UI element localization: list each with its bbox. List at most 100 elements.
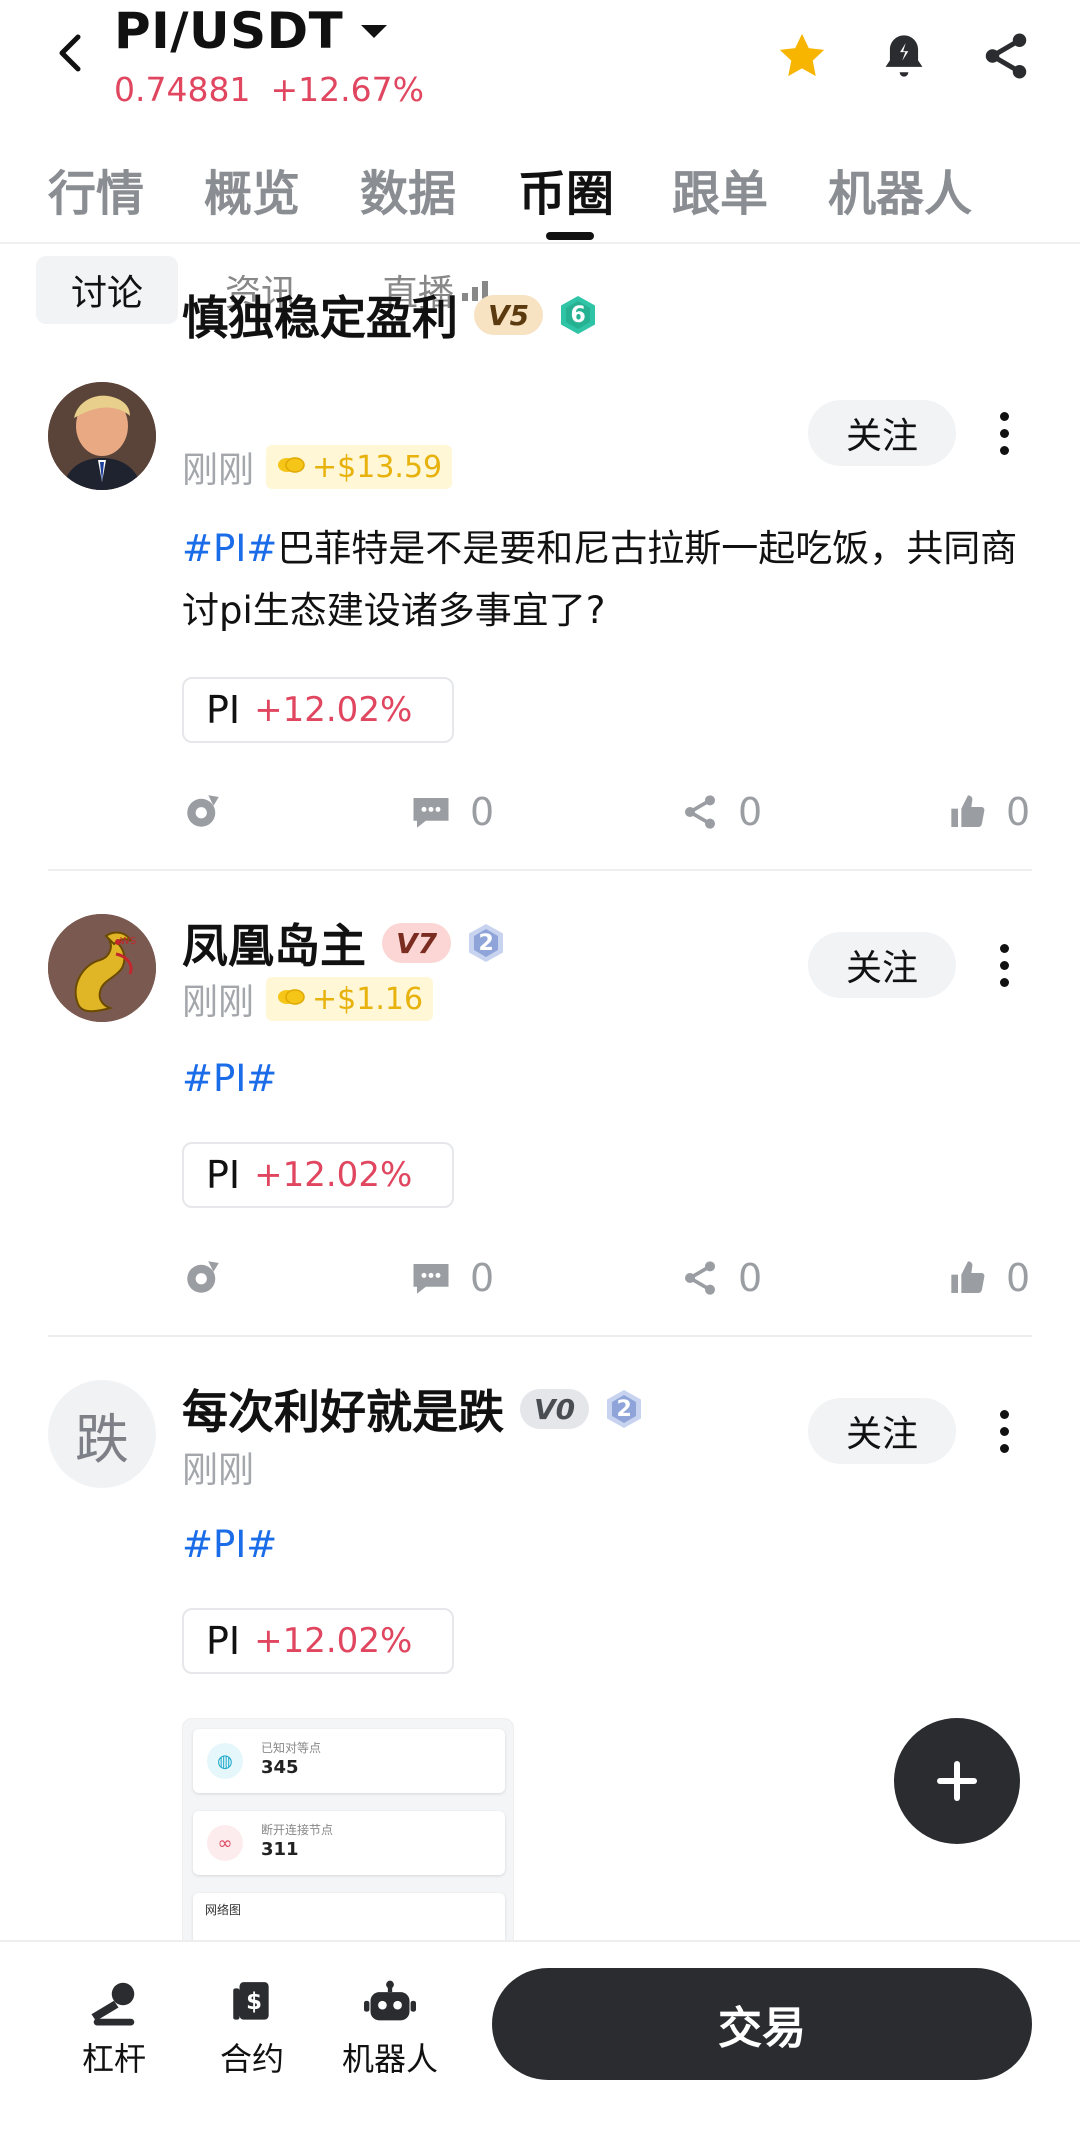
comment-icon: [413, 798, 449, 828]
header: PI/USDT 0.74881 +12.67%: [0, 0, 1080, 130]
globe-icon: ◍: [207, 1743, 243, 1779]
create-post-button[interactable]: [894, 1718, 1020, 1844]
comment-count: 0: [470, 790, 495, 834]
contract-label: 合约: [219, 2040, 284, 2078]
bottom-bar: 杠杆 $ 合约 机器人 交易: [0, 1940, 1080, 2150]
contract-icon: $: [233, 1982, 269, 2020]
follow-button[interactable]: 关注: [808, 932, 956, 998]
vip-badge: V7: [382, 923, 452, 963]
comment-icon: [413, 1264, 449, 1294]
link-icon: ∞: [207, 1825, 243, 1861]
svg-text:$: $: [246, 1989, 262, 2015]
thumbs-up-icon: [951, 1261, 985, 1293]
coin-name: PI: [206, 1619, 241, 1663]
like-button[interactable]: 0: [948, 790, 1030, 834]
leverage-label: 杠杆: [81, 2040, 146, 2078]
username[interactable]: 凤凰岛主 V7 2: [182, 904, 507, 982]
like-button[interactable]: 0: [948, 1256, 1030, 1300]
share-button[interactable]: 0: [680, 1256, 762, 1300]
post-image-preview[interactable]: ◍ 已知对等点 345 ∞ 断开连接节点 311 网络图: [182, 1718, 514, 1948]
coin-change: +12.02%: [254, 1621, 413, 1661]
avatar-initial: 跌: [75, 1407, 129, 1471]
level-badge: 2: [603, 1388, 645, 1430]
post-divider: [48, 1335, 1032, 1337]
back-icon[interactable]: [44, 28, 94, 78]
more-options-icon[interactable]: [984, 932, 1024, 998]
avatar[interactable]: [48, 382, 156, 490]
tab-robot[interactable]: 机器人: [828, 154, 972, 224]
more-options-icon[interactable]: [984, 1398, 1024, 1464]
more-options-icon[interactable]: [984, 400, 1024, 466]
post-content: #PI#: [182, 1514, 1042, 1576]
post-meta: 刚刚: [182, 1442, 254, 1492]
trade-button[interactable]: 交易: [492, 1968, 1032, 2080]
subtab-discussion-label: 讨论: [70, 273, 143, 314]
share-icon[interactable]: [976, 26, 1036, 86]
svg-text:WS: WS: [120, 936, 136, 947]
repost-button[interactable]: [182, 1256, 224, 1298]
contract-button[interactable]: $ 合约: [192, 1978, 312, 2080]
follow-button[interactable]: 关注: [808, 400, 956, 466]
post-content: #PI#: [182, 1048, 1042, 1110]
avatar[interactable]: 跌: [48, 1380, 156, 1488]
preview-value: 345: [261, 1757, 299, 1778]
plus-icon: [937, 1761, 977, 1801]
comment-button[interactable]: 0: [410, 790, 494, 834]
price-alert-bell-icon[interactable]: [874, 26, 934, 86]
follow-button[interactable]: 关注: [808, 1398, 956, 1464]
preview-card: ∞ 断开连接节点 311: [193, 1811, 505, 1875]
level-text: 6: [570, 302, 586, 328]
subtab-discussion[interactable]: 讨论: [36, 256, 178, 324]
coin-tag[interactable]: PI +12.02%: [182, 1608, 454, 1674]
pair-selector[interactable]: PI/USDT: [114, 2, 388, 60]
share-count: 0: [738, 1256, 763, 1300]
level-text: 2: [616, 1396, 632, 1422]
avatar[interactable]: WS: [48, 914, 156, 1022]
share-count: 0: [738, 790, 763, 834]
post-actions: 0 0 0: [0, 1256, 1080, 1316]
repost-button[interactable]: [182, 790, 224, 832]
star-icon[interactable]: [772, 26, 832, 86]
tab-overview[interactable]: 概览: [204, 154, 300, 224]
like-count: 0: [1006, 790, 1031, 834]
tab-copy-trading[interactable]: 跟单: [672, 154, 768, 224]
last-price: 0.74881: [114, 70, 251, 109]
hashtag-link[interactable]: #PI#: [182, 1057, 277, 1100]
post-content: #PI#巴菲特是不是要和尼古拉斯一起吃饭，共同商讨pi生态建设诸多事宜了?: [182, 518, 1042, 642]
robot-icon: [364, 1980, 416, 2021]
top-tabs: 行情 概览 数据 币圈 跟单 机器人: [0, 140, 1080, 244]
username[interactable]: 每次利好就是跌 V0 2: [182, 1370, 645, 1448]
hashtag-link[interactable]: #PI#: [182, 527, 277, 570]
coin-change: +12.02%: [254, 690, 413, 730]
username[interactable]: 慎独稳定盈利 V5 6: [182, 276, 599, 354]
leverage-icon: [91, 1982, 135, 2026]
tab-community[interactable]: 币圈: [518, 154, 614, 224]
robot-label: 机器人: [341, 2040, 438, 2078]
coin-name: PI: [206, 688, 241, 732]
repost-icon: [187, 795, 219, 827]
caret-down-icon: [361, 24, 388, 38]
level-text: 2: [478, 930, 494, 956]
level-badge: 6: [557, 294, 599, 336]
coin-name: PI: [206, 1153, 241, 1197]
leverage-button[interactable]: 杠杆: [54, 1978, 174, 2080]
profit-value: +$1.16: [312, 981, 424, 1017]
preview-label: 断开连接节点: [261, 1823, 334, 1837]
coin-tag[interactable]: PI +12.02%: [182, 1142, 454, 1208]
price-change: +12.67%: [270, 70, 424, 109]
vip-badge: V5: [474, 295, 544, 335]
share-button[interactable]: 0: [680, 790, 762, 834]
repost-icon: [187, 1261, 219, 1293]
tab-market[interactable]: 行情: [48, 154, 144, 224]
hashtag-link[interactable]: #PI#: [182, 1523, 277, 1566]
tab-data[interactable]: 数据: [360, 154, 456, 224]
coin-change: +12.02%: [254, 1155, 413, 1195]
preview-label: 网络图: [205, 1903, 242, 1917]
post-divider: [48, 869, 1032, 871]
vip-badge: V0: [520, 1389, 590, 1429]
comment-button[interactable]: 0: [410, 1256, 494, 1300]
price-row: 0.74881 +12.67%: [114, 70, 424, 109]
coin-tag[interactable]: PI +12.02%: [182, 677, 454, 743]
username-text: 每次利好就是跌: [182, 1385, 504, 1439]
robot-button[interactable]: 机器人: [330, 1978, 450, 2080]
